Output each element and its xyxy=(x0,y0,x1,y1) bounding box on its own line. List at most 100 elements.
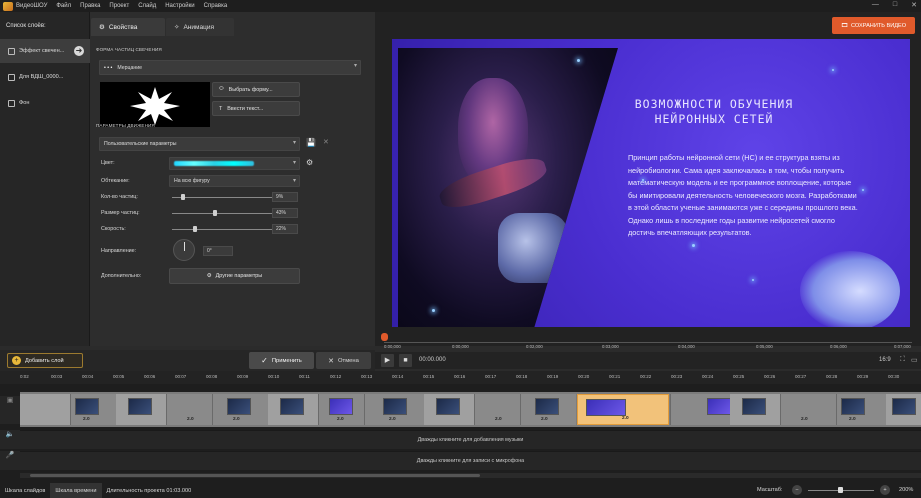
speed-slider-knob[interactable] xyxy=(193,226,198,232)
ruler-tick-label: 00:23 xyxy=(671,374,683,379)
menu-help[interactable]: Справка xyxy=(204,3,228,9)
close-icon[interactable]: ✕ xyxy=(911,1,917,9)
ruler-tick-label: 00:13 xyxy=(361,374,373,379)
ruler-tick-label: 00:16 xyxy=(454,374,466,379)
preset-dropdown[interactable]: Пользовательские параметры xyxy=(99,137,300,151)
color-settings-icon[interactable]: ⚙ xyxy=(306,158,313,167)
count-slider[interactable] xyxy=(172,194,272,200)
particle-type-dropdown[interactable]: • • • Мерцание xyxy=(99,60,361,75)
slide-clip[interactable]: 2.0 xyxy=(70,394,116,425)
zoom-value: 200% xyxy=(899,487,914,493)
layer-item-background[interactable]: Фон xyxy=(0,91,90,115)
direction-dial[interactable] xyxy=(173,239,195,261)
save-video-button[interactable]: 🎞 СОХРАНИТЬ ВИДЕО xyxy=(832,17,915,34)
speed-slider[interactable] xyxy=(172,226,272,232)
timeline-ruler[interactable]: 0:02 00:03 00:04 00:05 00:06 00:07 00:08 00:09 0… xyxy=(0,371,921,384)
slide-clip[interactable]: 2.0 xyxy=(474,394,520,425)
delete-preset-icon[interactable]: ✕ xyxy=(323,138,329,146)
minimize-icon[interactable]: — xyxy=(872,1,879,9)
slide-clip[interactable]: 2.0 xyxy=(836,394,886,425)
slide-clip[interactable] xyxy=(670,394,731,425)
size-slider[interactable] xyxy=(172,210,272,216)
ruler-tick-label: 00:29 xyxy=(857,374,869,379)
outline-dropdown[interactable]: На всю фигуру xyxy=(169,175,300,187)
fullscreen-icon[interactable]: ⛶ xyxy=(900,356,905,364)
zoom-in-icon[interactable]: + xyxy=(880,485,890,495)
slide-clip[interactable]: 2.0 xyxy=(364,394,424,425)
count-value[interactable]: 9% xyxy=(272,192,298,202)
slide-track[interactable]: 2.0 2.0 2.0 2.0 2.0 2.0 2.0 2.0 2.0 2.0 xyxy=(20,392,921,427)
slide-clip[interactable]: 2.0 xyxy=(780,394,836,425)
selected-slide-clip[interactable]: 2.0 xyxy=(577,394,669,425)
menu-project[interactable]: Проект xyxy=(109,3,129,9)
tab-slides-scale[interactable]: Шкала слайдов xyxy=(0,483,50,498)
aspect-ratio[interactable]: 16:9 xyxy=(879,357,891,363)
ruler-tick-label: 00:03 xyxy=(51,374,63,379)
layer-item-glow[interactable]: Эффект свечен... ➜ xyxy=(0,39,90,63)
transition-clip[interactable] xyxy=(20,394,70,425)
timeline-scrollbar[interactable] xyxy=(20,473,921,478)
size-value[interactable]: 43% xyxy=(272,208,298,218)
color-dropdown[interactable] xyxy=(169,157,300,170)
speed-value[interactable]: 22% xyxy=(272,224,298,234)
slide-clip[interactable]: 2.0 xyxy=(318,394,364,425)
enter-text-button[interactable]: T Ввести текст... xyxy=(212,101,300,116)
tab-animation[interactable]: ✧ Анимация xyxy=(166,18,234,36)
other-params-button[interactable]: ⚙ Другие параметры xyxy=(169,268,300,284)
menu-edit[interactable]: Правка xyxy=(80,3,100,9)
direction-label: Направление: xyxy=(101,248,137,254)
transition-clip[interactable] xyxy=(116,394,166,425)
tab-time-scale[interactable]: Шкала времени xyxy=(50,483,102,498)
count-slider-knob[interactable] xyxy=(180,194,185,200)
size-slider-knob[interactable] xyxy=(213,210,218,216)
menu-bar: ВидеоШОУ Файл Правка Проект Слайд Настро… xyxy=(0,0,921,12)
transition-clip[interactable] xyxy=(424,394,474,425)
ruler-tick-label: 0:02 xyxy=(20,374,29,379)
mic-track[interactable]: Дважды кликните для записи с микрофона xyxy=(20,451,921,470)
ruler-tick-label: 00:11 xyxy=(299,374,310,379)
menu-slide[interactable]: Слайд xyxy=(138,3,156,9)
transition-clip[interactable] xyxy=(730,394,780,425)
current-time: 00:00.000 xyxy=(419,357,446,363)
ruler-tick-label: 00:18 xyxy=(516,374,528,379)
playhead-marker-icon[interactable] xyxy=(381,333,388,341)
add-layer-button[interactable]: + Добавить слой xyxy=(7,353,83,368)
slide-clip[interactable]: 2.0 xyxy=(212,394,268,425)
zoom-slider[interactable] xyxy=(808,487,874,493)
film-icon: 🎞 xyxy=(840,22,848,29)
slide-clip[interactable]: 2.0 xyxy=(166,394,212,425)
extra-label: Дополнительно: xyxy=(101,273,142,279)
transition-clip[interactable] xyxy=(886,394,921,425)
choose-shape-button[interactable]: ⬭ Выбрать форму... xyxy=(212,82,300,97)
transition-clip[interactable] xyxy=(268,394,318,425)
shape-section-title: ФОРМА ЧАСТИЦ СВЕЧЕНИЯ xyxy=(96,47,162,52)
animation-icon: ✧ xyxy=(174,24,180,31)
zoom-out-icon[interactable]: − xyxy=(792,485,802,495)
add-icon[interactable]: ➜ xyxy=(74,46,84,56)
direction-value[interactable]: 0° xyxy=(203,246,233,256)
slide-clip[interactable]: 2.0 xyxy=(520,394,576,425)
tab-properties[interactable]: ⚙ Свойства xyxy=(91,18,165,36)
ruler-tick-label: 00:22 xyxy=(640,374,652,379)
preview-ruler[interactable]: 0:00,000 0:00,000 0:02,000 0:03,000 0:04… xyxy=(381,333,912,351)
play-icon[interactable]: ▶ xyxy=(381,354,394,367)
ruler-tick-label: 00:25 xyxy=(733,374,745,379)
music-track[interactable]: Дважды кликните для добавления музыки xyxy=(20,430,921,449)
sliders-icon: ⚙ xyxy=(99,24,105,31)
stop-icon[interactable]: ■ xyxy=(399,354,412,367)
detach-icon[interactable]: ▭ xyxy=(911,356,918,364)
ruler-tick-label: 00:19 xyxy=(547,374,559,379)
layer-icon xyxy=(8,73,15,81)
save-preset-icon[interactable]: 💾 xyxy=(306,138,316,147)
maximize-icon[interactable]: □ xyxy=(893,1,897,9)
layer-item-image[interactable]: Для ВДШ_0000... xyxy=(0,65,90,89)
menu-settings[interactable]: Настройки xyxy=(165,3,194,9)
slide-preview[interactable]: ВОЗМОЖНОСТИ ОБУЧЕНИЯ НЕЙРОННЫХ СЕТЕЙ При… xyxy=(392,39,910,327)
plus-icon: + xyxy=(12,356,21,365)
ruler-tick-label: 00:14 xyxy=(392,374,404,379)
app-title: ВидеоШОУ xyxy=(16,3,48,9)
menu-file[interactable]: Файл xyxy=(56,3,71,9)
cancel-button[interactable]: ✕ Отмена xyxy=(316,352,371,369)
slide-title: ВОЗМОЖНОСТИ ОБУЧЕНИЯ НЕЙРОННЫХ СЕТЕЙ xyxy=(634,97,794,126)
apply-button[interactable]: ✓ Применить xyxy=(249,352,314,369)
